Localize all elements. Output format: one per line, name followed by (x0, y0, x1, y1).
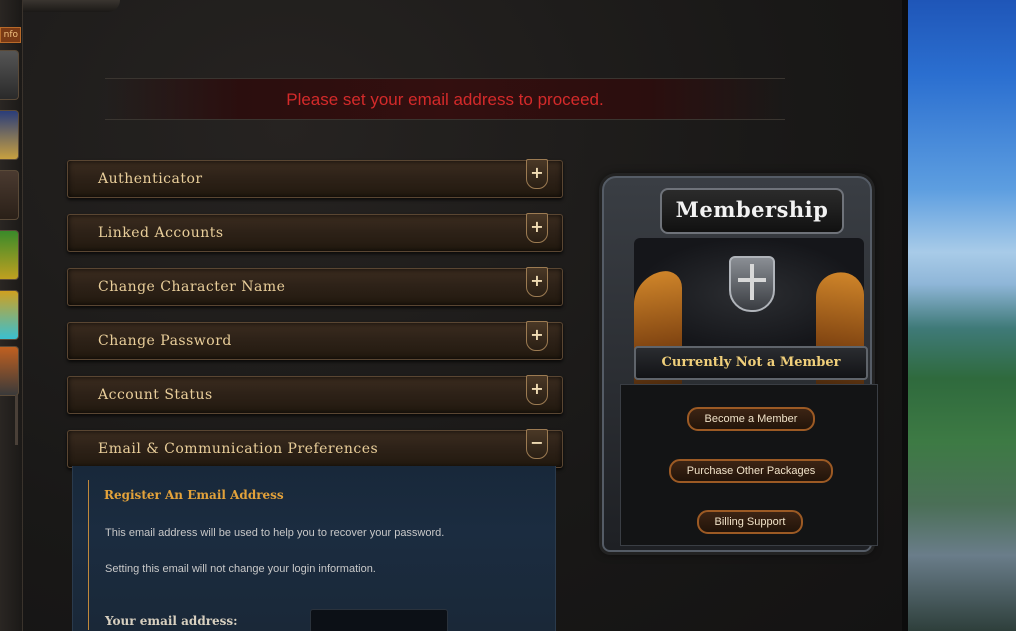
sidebar-icon-strip: nfo (0, 0, 23, 631)
page: nfo Please set your email address to pro… (0, 0, 1016, 631)
expand-icon[interactable]: + (526, 375, 548, 405)
section-rule (88, 480, 89, 630)
banner-icon[interactable] (0, 110, 19, 160)
membership-title: Membership (675, 197, 829, 222)
potion-icon[interactable] (0, 230, 19, 280)
membership-frame: Membership Currently Not a Member Become… (602, 176, 878, 552)
expand-icon[interactable]: + (526, 213, 548, 243)
membership-card: Membership Currently Not a Member Become… (590, 168, 882, 556)
billing-support-button[interactable]: Billing Support (697, 510, 803, 534)
shield-cross (738, 278, 766, 282)
become-member-button[interactable]: Become a Member (687, 407, 815, 431)
purchase-packages-button[interactable]: Purchase Other Packages (669, 459, 833, 483)
section-label: Email & Communication Preferences (98, 441, 379, 457)
helmet-icon[interactable] (0, 50, 19, 100)
info-tab[interactable]: nfo (0, 27, 21, 43)
section-account-status[interactable]: Account Status + (67, 375, 563, 414)
landscape-background (902, 0, 1016, 631)
section-change-character-name[interactable]: Change Character Name + (67, 267, 563, 306)
portrait-icon[interactable] (0, 170, 19, 220)
expand-icon[interactable]: + (526, 159, 548, 189)
expand-icon[interactable]: + (526, 321, 548, 351)
membership-status: Currently Not a Member (661, 355, 841, 370)
membership-title-plate: Membership (660, 188, 844, 234)
strip-divider (15, 395, 18, 445)
section-label: Authenticator (98, 171, 203, 187)
section-email-communication-preferences[interactable]: Email & Communication Preferences − (67, 429, 563, 468)
shield-icon (729, 256, 775, 312)
expand-icon[interactable]: + (526, 267, 548, 297)
notice-banner: Please set your email address to proceed… (105, 78, 785, 120)
register-email-title: Register An Email Address (104, 488, 284, 502)
add-friend-icon[interactable] (0, 290, 19, 340)
shield-cross (750, 264, 754, 300)
section-label: Change Character Name (98, 279, 286, 295)
info-text-recover: This email address will be used to help … (105, 527, 445, 539)
membership-crest (634, 238, 864, 406)
section-linked-accounts[interactable]: Linked Accounts + (67, 213, 563, 252)
bomb-icon[interactable] (0, 346, 19, 396)
notice-text: Please set your email address to proceed… (286, 90, 604, 109)
email-section-content: Register An Email Address This email add… (72, 466, 556, 631)
section-label: Account Status (98, 387, 213, 403)
section-authenticator[interactable]: Authenticator + (67, 159, 563, 198)
membership-actions: Become a Member Purchase Other Packages … (620, 384, 878, 546)
collapse-icon[interactable]: − (526, 429, 548, 459)
section-label: Change Password (98, 333, 232, 349)
section-change-password[interactable]: Change Password + (67, 321, 563, 360)
info-text-login: Setting this email will not change your … (105, 563, 376, 575)
membership-status-plate: Currently Not a Member (634, 346, 868, 380)
email-input[interactable] (310, 609, 448, 631)
section-label: Linked Accounts (98, 225, 224, 241)
email-label: Your email address: (105, 614, 238, 628)
